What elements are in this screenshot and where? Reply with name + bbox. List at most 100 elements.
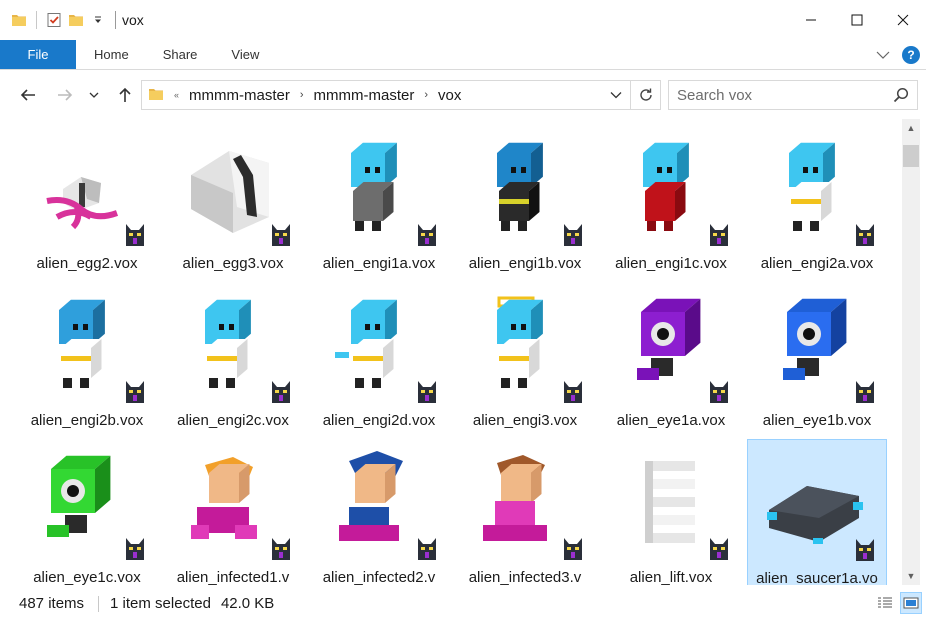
- breadcrumb-chevron-icon[interactable]: ›: [300, 89, 304, 101]
- address-dropdown-button[interactable]: [606, 81, 626, 109]
- scroll-down-button[interactable]: ▼: [902, 567, 920, 585]
- magicavoxel-badge-icon: [271, 222, 291, 251]
- tab-view[interactable]: View: [214, 40, 276, 69]
- file-item[interactable]: alien_engi3.vox: [455, 282, 595, 434]
- file-item[interactable]: alien_engi1a.vox: [309, 125, 449, 277]
- file-name: alien_engi2a.vox: [760, 255, 874, 272]
- title-bar: vox: [0, 0, 926, 40]
- forward-arrow-icon: [58, 89, 73, 101]
- forward-button[interactable]: [50, 80, 80, 110]
- file-item[interactable]: alien_infected2.v: [309, 439, 449, 585]
- vertical-scrollbar[interactable]: ▲ ▼: [902, 119, 920, 585]
- magicavoxel-badge-icon: [855, 537, 875, 566]
- refresh-icon: [639, 88, 652, 101]
- file-item[interactable]: alien_eye1b.vox: [747, 282, 887, 434]
- magicavoxel-badge-icon: [417, 536, 437, 565]
- magicavoxel-badge-icon: [709, 379, 729, 408]
- folder-icon[interactable]: [8, 9, 30, 31]
- file-item[interactable]: alien_engi1c.vox: [601, 125, 741, 277]
- file-item[interactable]: alien_engi2b.vox: [17, 282, 157, 434]
- file-name: alien_infected1.v: [176, 569, 290, 585]
- file-view: alien_egg2.vox alien_egg3.vox alien_engi1a…: [0, 119, 902, 585]
- magicavoxel-badge-icon: [125, 222, 145, 251]
- maximize-icon: [851, 14, 863, 26]
- search-input[interactable]: [677, 86, 877, 104]
- maximize-button[interactable]: [834, 0, 880, 40]
- up-button[interactable]: [110, 80, 140, 110]
- scroll-up-button[interactable]: ▲: [902, 119, 920, 137]
- details-view-button[interactable]: [874, 592, 896, 614]
- file-item[interactable]: alien_engi2c.vox: [163, 282, 303, 434]
- new-folder-icon[interactable]: [65, 9, 87, 31]
- file-name: alien_infected3.v: [468, 569, 582, 585]
- alien-engi2a-thumbnail: [753, 129, 881, 251]
- selection-size: 42.0 KB: [220, 595, 275, 612]
- tab-file[interactable]: File: [0, 40, 76, 69]
- magicavoxel-badge-icon: [563, 379, 583, 408]
- help-icon[interactable]: ?: [902, 46, 920, 64]
- file-item[interactable]: alien_lift.vox: [601, 439, 741, 585]
- alien-engi3-thumbnail: [461, 286, 589, 408]
- window-controls: [788, 0, 926, 40]
- status-bar: 487 items 1 item selected 42.0 KB: [0, 589, 926, 618]
- alien-eye1a-thumbnail: [607, 286, 735, 408]
- file-item[interactable]: alien_engi2d.vox: [309, 282, 449, 434]
- magicavoxel-badge-icon: [417, 379, 437, 408]
- magicavoxel-badge-icon: [709, 536, 729, 565]
- file-item[interactable]: alien_eye1c.vox: [17, 439, 157, 585]
- breadcrumb-item[interactable]: vox: [438, 87, 461, 104]
- expand-ribbon-chevron-icon[interactable]: [876, 48, 890, 63]
- magicavoxel-badge-icon: [563, 222, 583, 251]
- magicavoxel-badge-icon: [271, 379, 291, 408]
- ribbon-tabs: File Home Share View ?: [0, 40, 926, 70]
- properties-icon[interactable]: [43, 9, 65, 31]
- search-icon[interactable]: [893, 87, 909, 106]
- breadcrumb-overflow[interactable]: «: [174, 90, 179, 100]
- back-button[interactable]: [13, 80, 43, 110]
- recent-locations-button[interactable]: [84, 80, 104, 110]
- search-box: [668, 80, 918, 110]
- tab-share[interactable]: Share: [146, 40, 215, 69]
- magicavoxel-badge-icon: [417, 222, 437, 251]
- alien-egg2-thumbnail: [23, 129, 151, 251]
- large-icons-view-button[interactable]: [900, 592, 922, 614]
- file-name: alien_engi2b.vox: [30, 412, 144, 429]
- breadcrumb-item[interactable]: mmmm-master: [314, 87, 415, 104]
- minimize-icon: [806, 19, 816, 21]
- file-item[interactable]: alien_eye1a.vox: [601, 282, 741, 434]
- magicavoxel-badge-icon: [563, 536, 583, 565]
- title-divider: [115, 11, 116, 29]
- view-switcher: [874, 592, 922, 614]
- item-count: 487 items: [19, 595, 85, 612]
- file-item[interactable]: alien_saucer1a.vo: [747, 439, 887, 585]
- file-item[interactable]: alien_egg3.vox: [163, 125, 303, 277]
- breadcrumb-chevron-icon[interactable]: ›: [424, 89, 428, 101]
- chevron-down-icon: [610, 92, 622, 99]
- file-item[interactable]: alien_engi2a.vox: [747, 125, 887, 277]
- breadcrumb-item[interactable]: mmmm-master: [189, 87, 290, 104]
- status-divider: [98, 595, 100, 612]
- customize-toolbar-dropdown-icon[interactable]: [87, 9, 109, 31]
- file-name: alien_engi2d.vox: [322, 412, 436, 429]
- file-name: alien_egg2.vox: [36, 255, 138, 272]
- address-bar[interactable]: « mmmm-master › mmmm-master › vox: [141, 80, 661, 110]
- file-item[interactable]: alien_infected1.v: [163, 439, 303, 585]
- folder-icon: [148, 87, 164, 104]
- file-name: alien_engi1a.vox: [322, 255, 436, 272]
- close-button[interactable]: [880, 0, 926, 40]
- file-item[interactable]: alien_engi1b.vox: [455, 125, 595, 277]
- scroll-thumb[interactable]: [903, 145, 919, 167]
- minimize-button[interactable]: [788, 0, 834, 40]
- file-item[interactable]: alien_egg2.vox: [17, 125, 157, 277]
- file-name: alien_engi1c.vox: [615, 255, 727, 272]
- refresh-button[interactable]: [630, 81, 660, 109]
- magicavoxel-badge-icon: [271, 536, 291, 565]
- quick-access-toolbar: [0, 0, 109, 40]
- file-item[interactable]: alien_infected3.v: [455, 439, 595, 585]
- toolbar-divider: [36, 11, 37, 29]
- file-name: alien_eye1c.vox: [33, 569, 141, 585]
- tab-home[interactable]: Home: [76, 40, 146, 69]
- alien-saucer1a-thumbnail: [753, 444, 881, 566]
- alien-infected1-thumbnail: [169, 443, 297, 565]
- details-view-icon: [878, 597, 892, 608]
